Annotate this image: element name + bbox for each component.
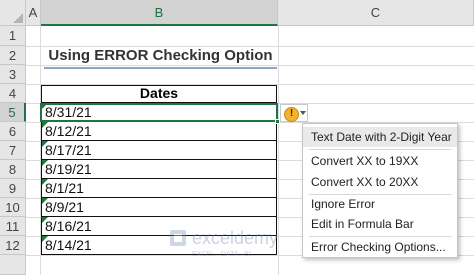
date-cell[interactable]: 8/1/21 [41,179,277,198]
menu-separator [309,149,452,150]
column-header-c[interactable]: C [278,0,474,26]
menu-item-text-date-2-digit-year[interactable]: Text Date with 2-Digit Year [303,127,457,147]
error-indicator-icon [42,217,48,223]
date-value: 8/14/21 [45,237,92,253]
error-indicator-icon [42,160,48,166]
row-header-12[interactable]: 12 [0,236,26,255]
error-options-menu: Text Date with 2-Digit Year Convert XX t… [302,123,458,258]
active-cell-border [40,103,278,122]
column-header-a[interactable]: A [26,0,41,26]
date-cell[interactable]: 8/9/21 [41,198,277,217]
row-header-13 [0,255,26,275]
error-indicator-icon [42,141,48,147]
watermark-name: exceldemy [192,228,278,248]
date-value: 8/12/21 [45,123,92,139]
error-indicator-icon [42,236,48,242]
watermark-tagline: EXCEL · DATA · BI [192,251,251,258]
row-header-5[interactable]: 5 [0,103,26,122]
row-header-8[interactable]: 8 [0,160,26,179]
select-all-corner[interactable] [0,0,26,26]
sheet-title[interactable]: Using ERROR Checking Option [44,44,277,68]
menu-item-ignore-error[interactable]: Ignore Error [303,194,457,214]
row-header-3[interactable]: 3 [0,65,26,84]
error-indicator-icon [42,198,48,204]
error-smart-tag-button[interactable]: ! [280,104,308,122]
row-header-9[interactable]: 9 [0,179,26,198]
table-header-dates[interactable]: Dates [41,85,277,103]
row-header-10[interactable]: 10 [0,198,26,217]
row-header-4[interactable]: 4 [0,84,26,103]
row-header-6[interactable]: 6 [0,122,26,141]
date-value: 8/17/21 [45,142,92,158]
row-header-2[interactable]: 2 [0,46,26,65]
date-value: 8/19/21 [45,161,92,177]
date-value: 8/16/21 [45,218,92,234]
date-cell[interactable]: 8/12/21 [41,122,277,141]
column-header-b[interactable]: B [41,0,278,26]
title-underline [44,67,277,69]
date-value: 8/1/21 [45,180,84,196]
menu-item-edit-in-formula-bar[interactable]: Edit in Formula Bar [303,214,457,234]
row-header-1[interactable]: 1 [0,26,26,46]
menu-item-convert-to-19xx[interactable]: Convert XX to 19XX [303,151,457,171]
date-cell[interactable]: 8/19/21 [41,160,277,179]
date-value: 8/9/21 [45,199,84,215]
row-header-11[interactable]: 11 [0,217,26,236]
date-cell[interactable]: 8/17/21 [41,141,277,160]
menu-item-convert-to-20xx[interactable]: Convert XX to 20XX [303,172,457,192]
row-header-7[interactable]: 7 [0,141,26,160]
error-indicator-icon [42,179,48,185]
menu-item-error-checking-options[interactable]: Error Checking Options... [303,237,457,257]
chevron-down-icon [300,111,306,115]
error-indicator-icon [42,122,48,128]
warning-icon: ! [284,107,299,122]
exceldemy-logo-icon [170,230,186,246]
